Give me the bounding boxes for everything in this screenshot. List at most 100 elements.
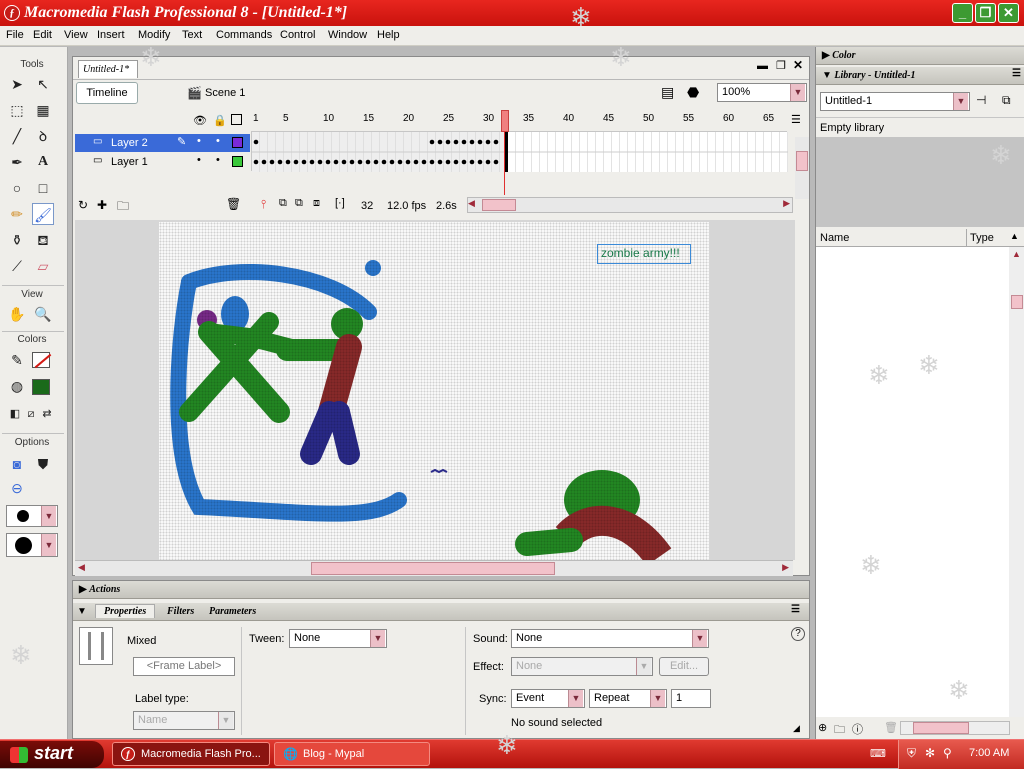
stroke-color-swatch[interactable] [32,352,52,369]
minimize-icon[interactable]: _ [952,3,973,23]
insert-layer-icon[interactable]: ↻ [78,198,88,212]
lock-fill-icon[interactable]: ⊖ [6,477,28,499]
line-tool-icon[interactable]: ╱ [6,125,28,147]
menu-insert[interactable]: Insert [97,29,125,41]
fill-color-icon[interactable]: ◍ [6,375,28,397]
gradient-tool-icon[interactable]: ▦ [32,99,54,121]
tab-properties[interactable]: Properties [95,604,156,618]
edit-scene-icon[interactable]: ▤ [661,84,674,101]
pen-tool-icon[interactable]: ✒ [6,151,28,173]
sync-select[interactable]: Event ▼ [511,689,585,708]
panel-menu-icon[interactable]: ☰ [791,604,800,615]
expand-icon[interactable]: ◢ [793,723,800,734]
tween-select[interactable]: None ▼ [289,629,387,648]
hscroll-right-icon[interactable]: ▶ [782,562,789,573]
hand-tool-icon[interactable]: ✋ [6,303,28,325]
tab-parameters[interactable]: Parameters [209,606,256,617]
timeline-button[interactable]: Timeline [76,82,138,104]
brush-tool-icon[interactable]: 🖌 [32,203,54,225]
library-header[interactable]: ▼ Library - Untitled-1 ☰ [816,67,1024,85]
lib-scroll-up-icon[interactable]: ▲ [1012,249,1021,259]
new-folder-icon[interactable]: 🗀 [834,721,845,740]
tray-icon-2[interactable]: ✻ [925,746,935,760]
properties-icon[interactable]: ⓘ [852,721,863,737]
tray-icon-3[interactable]: ⚲ [943,746,952,760]
effect-select[interactable]: None ▼ [511,657,653,676]
task-flash[interactable]: ƒ Macromedia Flash Pro... [112,742,270,766]
menu-view[interactable]: View [64,29,88,41]
document-tab[interactable]: Untitled-1* [78,60,138,78]
library-vscroll[interactable]: ▲ [1009,247,1024,717]
actions-header[interactable]: ▶ Actions [73,581,809,599]
new-symbol-icon[interactable]: ⊕ [818,721,827,734]
rectangle-tool-icon[interactable]: □ [32,177,54,199]
eye-icon[interactable]: 👁 [193,114,207,127]
library-menu-icon[interactable]: ☰ [1012,68,1021,79]
stage-text-box[interactable]: zombie army!!! [597,244,691,264]
brush-shape-select[interactable]: ▼ [6,533,58,557]
sound-select[interactable]: None ▼ [511,629,709,648]
library-hscroll[interactable] [900,721,1010,735]
new-library-panel-icon[interactable]: ⧉ [1002,93,1011,108]
hscroll-left-icon[interactable]: ◀ [78,562,85,573]
visible-dot[interactable]: • [197,154,201,166]
frames-grid[interactable] [251,131,788,172]
sort-icon[interactable]: ▲ [1010,231,1019,241]
help-icon[interactable]: ? [791,627,805,641]
brush-size-select[interactable]: ▼ [6,505,58,527]
frame-ruler[interactable]: 1 5 10 15 20 25 30 35 40 45 50 55 60 65 [251,113,787,129]
timeline-vscroll[interactable] [795,137,809,199]
text-tool-icon[interactable]: A [32,151,54,173]
library-delete-icon[interactable]: 🗑 [884,721,898,734]
edit-symbols-icon[interactable]: ⬣ [687,84,699,101]
subselect-tool-icon[interactable]: ↖ [32,73,54,95]
color-header[interactable]: ▶ Color [816,47,1024,65]
insert-folder-icon[interactable]: 🗀 [117,197,129,218]
swap-colors-icon[interactable]: ⇄ [36,403,58,425]
lib-vscroll-thumb[interactable] [1011,295,1023,309]
doc-close-icon[interactable]: ✕ [793,58,803,72]
repeat-select[interactable]: Repeat ▼ [589,689,667,708]
add-guide-icon[interactable]: ✚ [97,198,107,212]
start-button[interactable]: start [0,741,104,768]
timeline-hscroll[interactable]: ◀ ▶ [467,197,793,213]
menu-window[interactable]: Window [328,29,367,41]
stroke-color-icon[interactable]: ✎ [6,349,28,371]
pencil-tool-icon[interactable]: ✏ [6,203,28,225]
outline-color-box[interactable] [232,137,243,148]
menu-control[interactable]: Control [280,29,315,41]
pin-library-icon[interactable]: ⊣ [976,93,986,107]
frame-label-input[interactable]: <Frame Label> [133,657,235,676]
center-frame-icon[interactable]: ⫯ [261,197,266,212]
keyboard-icon[interactable]: ⌨ [870,747,886,760]
delete-layer-icon[interactable]: 🗑 [226,197,241,211]
zoom-tool-icon[interactable]: 🔍 [32,303,54,325]
scroll-thumb[interactable] [482,199,516,211]
eraser-tool-icon[interactable]: ▱ [32,255,54,277]
outline-icon[interactable] [231,114,242,125]
edit-button[interactable]: Edit... [659,657,709,676]
col-type[interactable]: Type [970,232,994,244]
layer-row-1[interactable]: ▭ Layer 1 • • [75,153,250,171]
lasso-tool-icon[interactable]: ꝺ [32,125,54,147]
vscroll-thumb[interactable] [796,151,808,171]
visible-dot[interactable]: • [197,135,201,147]
outline-color-box[interactable] [232,156,243,167]
eyedropper-tool-icon[interactable]: ⟋ [6,255,28,277]
lock-dot[interactable]: • [216,135,220,147]
lock-icon[interactable]: 🔒 [213,114,227,127]
menu-edit[interactable]: Edit [33,29,52,41]
menu-text[interactable]: Text [182,29,202,41]
close-icon[interactable]: ✕ [998,3,1019,23]
paint-bucket-tool-icon[interactable]: ⛾ [32,229,54,251]
onion-outline-icon[interactable]: ⧉ [295,197,303,210]
stage-hscroll-thumb[interactable] [311,562,555,575]
scene-label[interactable]: Scene 1 [205,87,245,99]
oval-tool-icon[interactable]: ○ [6,177,28,199]
menu-commands[interactable]: Commands [216,29,272,41]
stage-hscroll[interactable]: ◀ ▶ [75,560,793,576]
menu-modify[interactable]: Modify [138,29,170,41]
label-type-select[interactable]: Name ▼ [133,711,235,730]
brush-mode-icon[interactable]: ⛊ [32,453,54,475]
lock-dot[interactable]: • [216,154,220,166]
